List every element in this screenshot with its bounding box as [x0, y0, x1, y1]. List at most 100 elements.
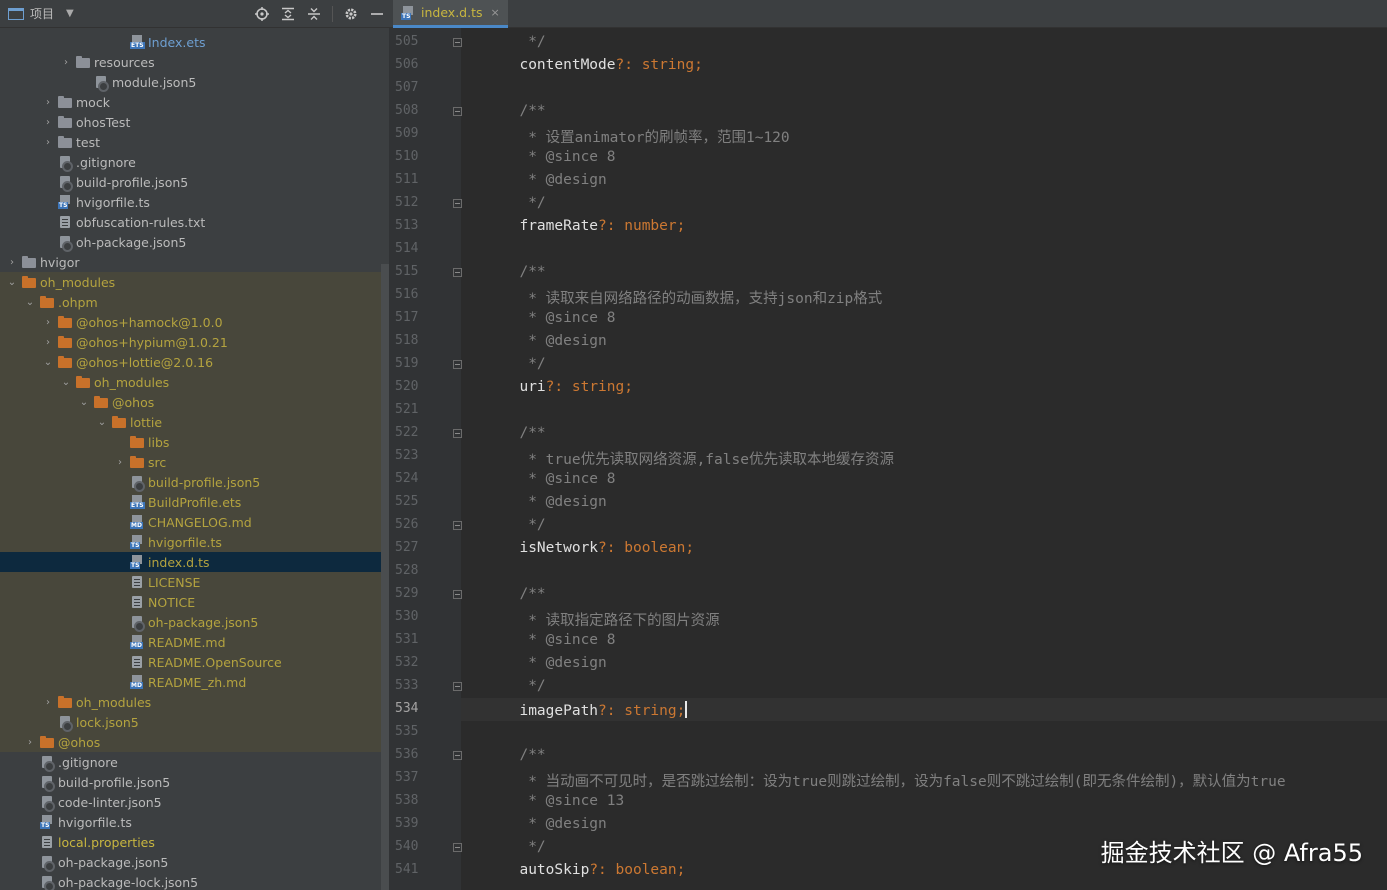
tree-item[interactable]: README.OpenSource	[0, 652, 389, 672]
tree-item[interactable]: › oh_modules	[0, 692, 389, 712]
code-line[interactable]	[461, 238, 1387, 261]
code-line[interactable]: * @since 8	[461, 146, 1387, 169]
code-line[interactable]: uri?: string;	[461, 376, 1387, 399]
code-line[interactable]: /**	[461, 261, 1387, 284]
tree-item[interactable]: › src	[0, 452, 389, 472]
code-line[interactable]: */	[461, 353, 1387, 376]
hide-icon[interactable]	[369, 6, 385, 22]
chevron-right-icon[interactable]: ›	[6, 252, 18, 272]
code-line[interactable]: * true优先读取网络资源,false优先读取本地缓存资源	[461, 445, 1387, 468]
tree-item[interactable]: build-profile.json5	[0, 472, 389, 492]
code-line[interactable]: frameRate?: number;	[461, 215, 1387, 238]
chevron-right-icon[interactable]: ›	[42, 132, 54, 152]
tree-item[interactable]: README.md	[0, 632, 389, 652]
chevron-down-icon[interactable]: ⌄	[24, 292, 36, 312]
tree-item[interactable]: › mock	[0, 92, 389, 112]
tree-item[interactable]: › test	[0, 132, 389, 152]
tree-item[interactable]: oh-package.json5	[0, 612, 389, 632]
chevron-right-icon[interactable]: ›	[42, 92, 54, 112]
tree-item[interactable]: hvigorfile.ts	[0, 532, 389, 552]
tree-item[interactable]: ⌄ oh_modules	[0, 272, 389, 292]
code-line[interactable]: * @design	[461, 491, 1387, 514]
code-line[interactable]: * 设置animator的刷帧率，范围1~120	[461, 123, 1387, 146]
tree-item[interactable]: oh-package-lock.json5	[0, 872, 389, 890]
tree-item[interactable]: ⌄ oh_modules	[0, 372, 389, 392]
tree-item[interactable]: CHANGELOG.md	[0, 512, 389, 532]
chevron-right-icon[interactable]: ›	[42, 112, 54, 132]
chevron-down-icon[interactable]: ▼	[66, 8, 74, 19]
tree-item[interactable]: .gitignore	[0, 152, 389, 172]
code-line[interactable]	[461, 399, 1387, 422]
chevron-down-icon[interactable]: ⌄	[78, 392, 90, 412]
tree-item[interactable]: hvigorfile.ts	[0, 812, 389, 832]
tree-item-selected[interactable]: index.d.ts	[0, 552, 389, 572]
collapse-all-icon[interactable]	[306, 6, 322, 22]
tree-item[interactable]: local.properties	[0, 832, 389, 852]
code-line[interactable]: * @design	[461, 169, 1387, 192]
tree-item[interactable]: build-profile.json5	[0, 772, 389, 792]
tree-item[interactable]: oh-package.json5	[0, 232, 389, 252]
code-line[interactable]: * @design	[461, 330, 1387, 353]
settings-icon[interactable]	[343, 6, 359, 22]
tree-item[interactable]: NOTICE	[0, 592, 389, 612]
code-line[interactable]	[461, 721, 1387, 744]
code-line-current[interactable]: imagePath?: string;	[461, 698, 1387, 721]
code-line[interactable]	[461, 77, 1387, 100]
tree-item[interactable]: oh-package.json5	[0, 852, 389, 872]
tree-item[interactable]: hvigorfile.ts	[0, 192, 389, 212]
code-line[interactable]: * 读取来自网络路径的动画数据，支持json和zip格式	[461, 284, 1387, 307]
code-line[interactable]: */	[461, 514, 1387, 537]
expand-all-icon[interactable]	[280, 6, 296, 22]
chevron-right-icon[interactable]: ›	[60, 52, 72, 72]
tree-item[interactable]: ⌄ @ohos	[0, 392, 389, 412]
tree-item[interactable]: README_zh.md	[0, 672, 389, 692]
chevron-down-icon[interactable]: ⌄	[96, 412, 108, 432]
code-line[interactable]: * @since 13	[461, 790, 1387, 813]
code-line[interactable]: /**	[461, 583, 1387, 606]
code-line[interactable]: */	[461, 675, 1387, 698]
code-text-area[interactable]: */ contentMode?: string; /** * 设置animato…	[461, 28, 1387, 890]
tree-item[interactable]: libs	[0, 432, 389, 452]
code-line[interactable]: * 读取指定路径下的图片资源	[461, 606, 1387, 629]
tree-item[interactable]: code-linter.json5	[0, 792, 389, 812]
tree-item[interactable]: .gitignore	[0, 752, 389, 772]
chevron-right-icon[interactable]: ›	[24, 732, 36, 752]
chevron-right-icon[interactable]: ›	[42, 332, 54, 352]
code-line[interactable]: */	[461, 192, 1387, 215]
code-line[interactable]: */	[461, 31, 1387, 54]
tree-item[interactable]: › @ohos+hamock@1.0.0	[0, 312, 389, 332]
tree-item[interactable]: › hvigor	[0, 252, 389, 272]
code-line[interactable]: /**	[461, 744, 1387, 767]
chevron-down-icon[interactable]: ⌄	[42, 352, 54, 372]
code-line[interactable]: * @design	[461, 652, 1387, 675]
tree-item[interactable]: ⌄ lottie	[0, 412, 389, 432]
chevron-right-icon[interactable]: ›	[114, 452, 126, 472]
code-line[interactable]: * @since 8	[461, 307, 1387, 330]
tree-item[interactable]: ⌄ @ohos+lottie@2.0.16	[0, 352, 389, 372]
locate-icon[interactable]	[254, 6, 270, 22]
chevron-down-icon[interactable]: ⌄	[60, 372, 72, 392]
close-icon[interactable]: ×	[491, 6, 500, 19]
tree-item[interactable]: › @ohos+hypium@1.0.21	[0, 332, 389, 352]
project-view-selector[interactable]: 项目 ▼	[0, 5, 74, 22]
tree-item[interactable]: obfuscation-rules.txt	[0, 212, 389, 232]
code-line[interactable]: * @since 8	[461, 468, 1387, 491]
tree-item[interactable]: module.json5	[0, 72, 389, 92]
tree-item[interactable]: › resources	[0, 52, 389, 72]
code-line[interactable]: * 当动画不可见时，是否跳过绘制：设为true则跳过绘制，设为false则不跳过…	[461, 767, 1387, 790]
chevron-down-icon[interactable]: ⌄	[6, 272, 18, 292]
code-line[interactable]: isNetwork?: boolean;	[461, 537, 1387, 560]
code-line[interactable]: contentMode?: string;	[461, 54, 1387, 77]
tree-item[interactable]: BuildProfile.ets	[0, 492, 389, 512]
tree-item[interactable]: Index.ets	[0, 32, 389, 52]
code-line[interactable]: /**	[461, 422, 1387, 445]
tree-item[interactable]: › ohosTest	[0, 112, 389, 132]
tree-item[interactable]: lock.json5	[0, 712, 389, 732]
tab-index-d-ts[interactable]: index.d.ts ×	[393, 0, 508, 28]
project-tree-scrollbar[interactable]	[381, 264, 389, 890]
tree-item[interactable]: build-profile.json5	[0, 172, 389, 192]
tree-item[interactable]: LICENSE	[0, 572, 389, 592]
chevron-right-icon[interactable]: ›	[42, 312, 54, 332]
code-line[interactable]	[461, 560, 1387, 583]
tree-item[interactable]: ⌄ .ohpm	[0, 292, 389, 312]
